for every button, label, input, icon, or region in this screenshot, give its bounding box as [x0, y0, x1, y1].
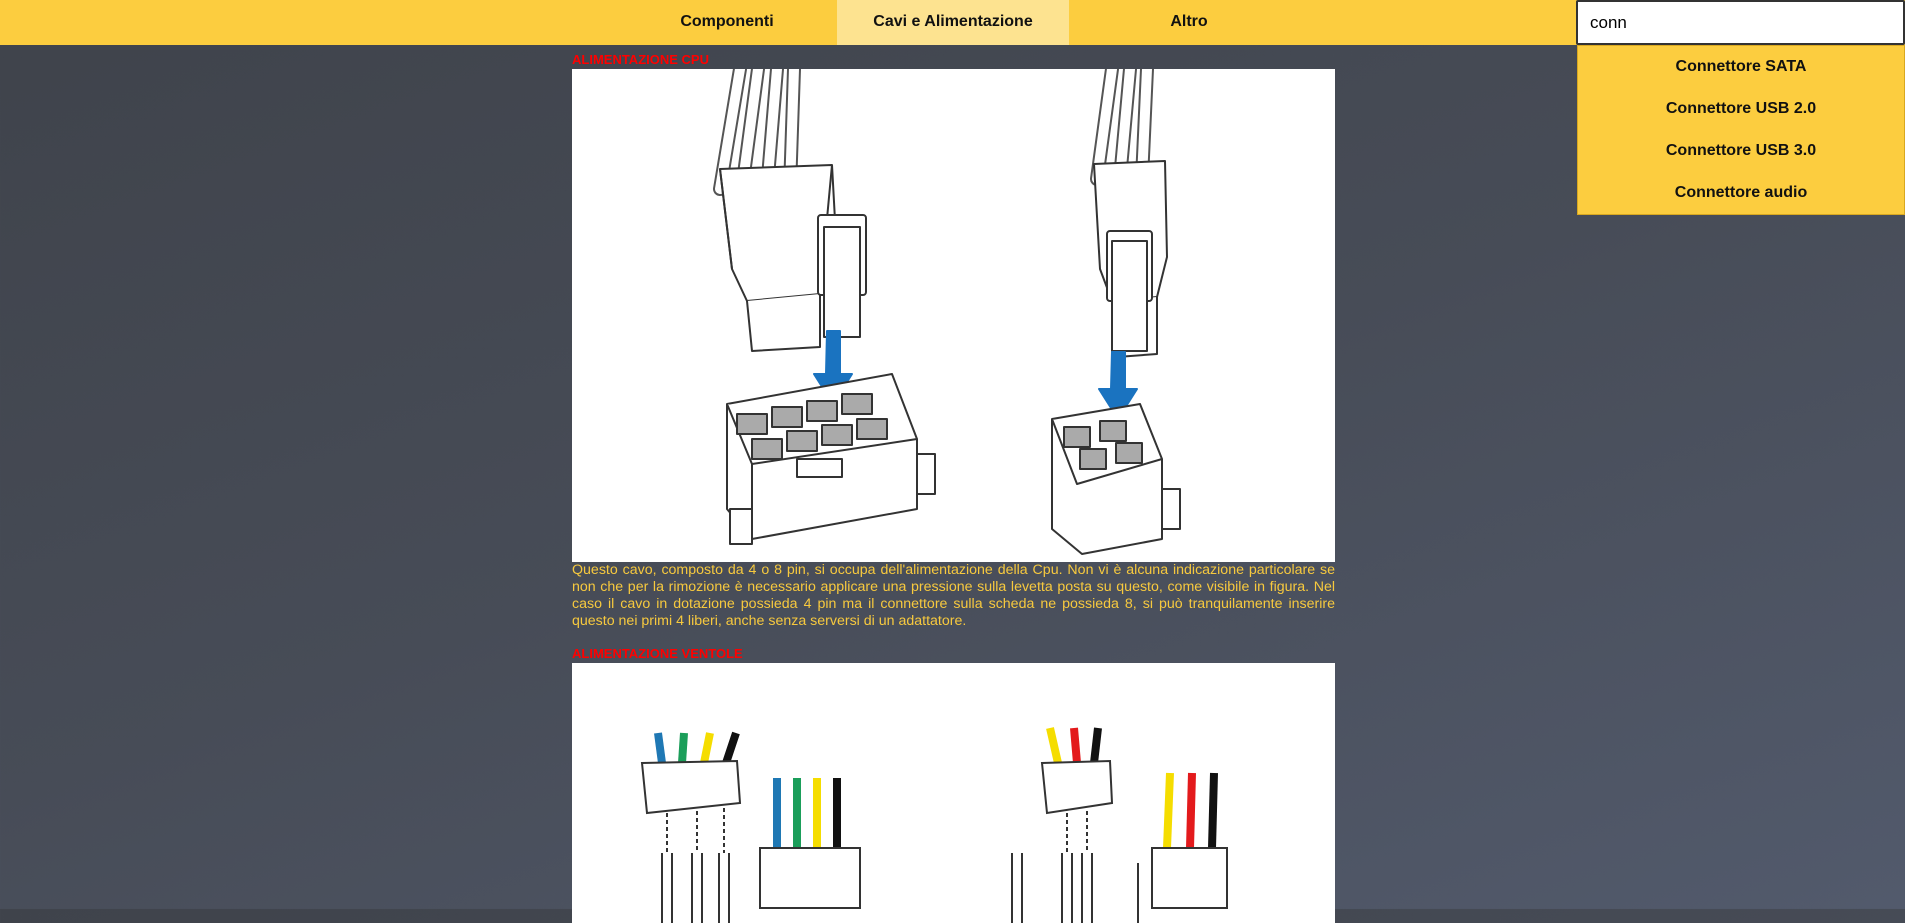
section-title-fan-power: ALIMENTAZIONE VENTOLE: [572, 646, 743, 661]
search-suggestions-dropdown: Connettore SATA Connettore USB 2.0 Conne…: [1577, 45, 1905, 215]
suggestion-connettore-usb-3[interactable]: Connettore USB 3.0: [1578, 130, 1904, 172]
suggestion-connettore-sata[interactable]: Connettore SATA: [1578, 46, 1904, 88]
suggestion-connettore-usb-2[interactable]: Connettore USB 2.0: [1578, 88, 1904, 130]
top-navbar: Componenti Cavi e Alimentazione Altro: [0, 0, 1905, 45]
nav-item-altro[interactable]: Altro: [1080, 0, 1298, 45]
nav-item-cavi-alimentazione[interactable]: Cavi e Alimentazione: [837, 0, 1069, 45]
section-title-cpu-power: ALIMENTAZIONE CPU: [572, 52, 709, 67]
search-input[interactable]: [1576, 0, 1905, 45]
fan-power-connector-illustration: [572, 663, 1335, 923]
suggestion-connettore-audio[interactable]: Connettore audio: [1578, 172, 1904, 214]
cpu-power-description: Questo cavo, composto da 4 o 8 pin, si o…: [572, 562, 1335, 629]
nav-item-componenti[interactable]: Componenti: [622, 0, 832, 45]
main-content: ALIMENTAZIONE CPU Questo cavo, composto …: [572, 45, 1335, 923]
cpu-power-connector-illustration: [572, 69, 1335, 562]
